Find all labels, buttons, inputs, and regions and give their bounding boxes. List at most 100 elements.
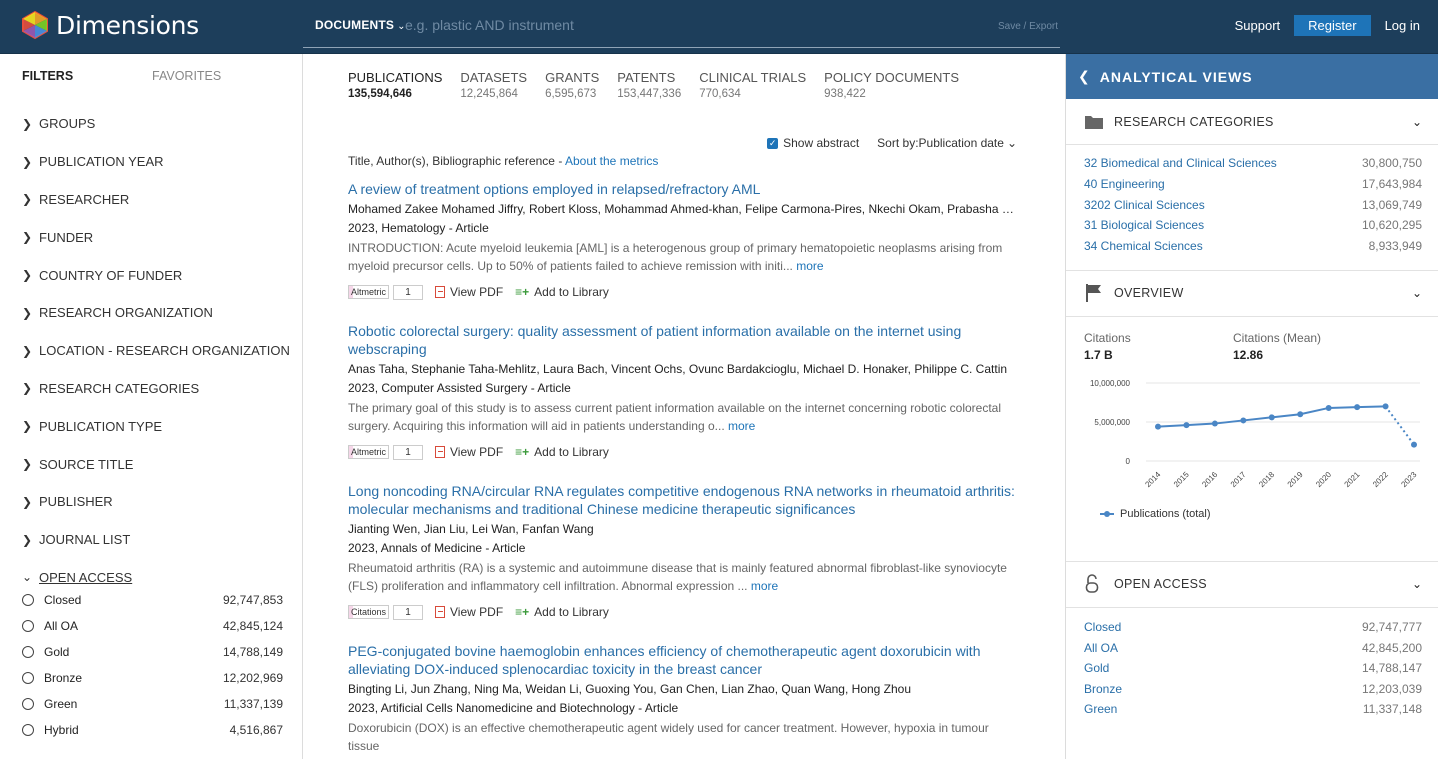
- login-link[interactable]: Log in: [1385, 18, 1420, 33]
- filter-research-organization[interactable]: ❯ RESEARCH ORGANIZATION: [22, 294, 292, 332]
- result-title[interactable]: Robotic colorectal surgery: quality asse…: [348, 322, 1020, 358]
- radio-button[interactable]: [22, 594, 34, 606]
- filter-research-categories[interactable]: ❯ RESEARCH CATEGORIES: [22, 370, 292, 408]
- tab-count: 6,595,673: [545, 88, 597, 100]
- filter-source-title[interactable]: ❯ SOURCE TITLE: [22, 445, 292, 483]
- citations-badge[interactable]: Citations: [348, 605, 390, 619]
- filter-funder[interactable]: ❯ FUNDER: [22, 218, 292, 256]
- category-name[interactable]: 40 Engineering: [1084, 177, 1362, 198]
- result-abstract: The primary goal of this study is to ass…: [348, 399, 1020, 435]
- chart-legend[interactable]: Publications (total): [1100, 508, 1211, 520]
- result-title[interactable]: Long noncoding RNA/circular RNA regulate…: [348, 482, 1020, 518]
- add-to-library-button[interactable]: ≡+ Add to Library: [515, 605, 609, 619]
- radio-button[interactable]: [22, 620, 34, 632]
- panel-title: ANALYTICAL VIEWS: [1099, 68, 1253, 85]
- oa-option-count: 92,747,853: [222, 593, 283, 607]
- add-to-library-button[interactable]: ≡+ Add to Library: [515, 285, 609, 299]
- oa-option[interactable]: Closed 92,747,853: [22, 587, 283, 613]
- tab-clinical-trials[interactable]: CLINICAL TRIALS 770,634: [699, 70, 806, 100]
- chevron-down-icon[interactable]: ⌄: [1007, 136, 1017, 150]
- category-name[interactable]: 32 Biomedical and Clinical Sciences: [1084, 156, 1362, 177]
- oa-row[interactable]: Bronze 12,203,039: [1084, 682, 1422, 703]
- tab-grants[interactable]: GRANTS 6,595,673: [545, 70, 599, 100]
- oa-option-count: 4,516,867: [229, 723, 283, 737]
- sort-dropdown[interactable]: Publication date: [919, 136, 1004, 150]
- oa-option[interactable]: Bronze 12,202,969: [22, 665, 283, 691]
- oa-name[interactable]: Green: [1084, 702, 1363, 723]
- overview-header[interactable]: OVERVIEW ⌄: [1066, 271, 1438, 317]
- tab-patents[interactable]: PATENTS 153,447,336: [617, 70, 681, 100]
- category-name[interactable]: 31 Biological Sciences: [1084, 218, 1362, 239]
- category-row[interactable]: 32 Biomedical and Clinical Sciences 30,80…: [1084, 156, 1422, 177]
- oa-row[interactable]: Closed 92,747,777: [1084, 620, 1422, 641]
- radio-button[interactable]: [22, 646, 34, 658]
- radio-button[interactable]: [22, 698, 34, 710]
- oa-name[interactable]: All OA: [1084, 641, 1362, 662]
- oa-row[interactable]: All OA 42,845,200: [1084, 641, 1422, 662]
- show-abstract-label[interactable]: Show abstract: [783, 136, 859, 150]
- altmetric-badge[interactable]: Altmetric: [348, 285, 390, 299]
- oa-option[interactable]: All OA 42,845,124: [22, 613, 283, 639]
- support-link[interactable]: Support: [1235, 18, 1281, 33]
- research-categories-header[interactable]: RESEARCH CATEGORIES ⌄: [1066, 99, 1438, 145]
- oa-name[interactable]: Closed: [1084, 620, 1362, 641]
- chevron-down-icon[interactable]: ⌄: [1412, 577, 1422, 591]
- oa-option[interactable]: Green 11,337,139: [22, 691, 283, 717]
- view-pdf-button[interactable]: View PDF: [435, 605, 503, 619]
- data-point: [1354, 404, 1361, 411]
- category-row[interactable]: 31 Biological Sciences 10,620,295: [1084, 218, 1422, 239]
- add-to-library-button[interactable]: ≡+ Add to Library: [515, 445, 609, 459]
- result-title[interactable]: A review of treatment options employed i…: [348, 180, 1020, 198]
- filter-journal-list[interactable]: ❯ JOURNAL LIST: [22, 521, 292, 559]
- view-pdf-button[interactable]: View PDF: [435, 285, 503, 299]
- filter-location-research-organization[interactable]: ❯ LOCATION - RESEARCH ORGANIZATION: [22, 332, 292, 370]
- y-tick-label: 0: [1126, 457, 1131, 466]
- filter-publication-type[interactable]: ❯ PUBLICATION TYPE: [22, 407, 292, 445]
- result-title[interactable]: PEG-conjugated bovine haemoglobin enhanc…: [348, 642, 1020, 678]
- more-link[interactable]: more: [751, 579, 778, 593]
- tab-datasets[interactable]: DATASETS 12,245,864: [460, 70, 527, 100]
- tab-favorites[interactable]: FAVORITES: [152, 69, 282, 83]
- register-button[interactable]: Register: [1294, 15, 1371, 36]
- filter-publisher[interactable]: ❯ PUBLISHER: [22, 483, 292, 521]
- radio-button[interactable]: [22, 672, 34, 684]
- oa-name[interactable]: Bronze: [1084, 682, 1362, 703]
- panel-header[interactable]: ❮ ANALYTICAL VIEWS: [1066, 54, 1438, 99]
- filter-researcher[interactable]: ❯ RESEARCHER: [22, 181, 292, 219]
- filter-country-of-funder[interactable]: ❯ COUNTRY OF FUNDER: [22, 256, 292, 294]
- chevron-down-icon[interactable]: ⌄: [1412, 115, 1422, 129]
- category-row[interactable]: 3202 Clinical Sciences 13,069,749: [1084, 198, 1422, 219]
- search-input[interactable]: [405, 14, 965, 36]
- search-scope-dropdown[interactable]: DOCUMENTS ⌄: [315, 18, 406, 32]
- oa-option[interactable]: Gold 14,788,149: [22, 639, 283, 665]
- data-point: [1268, 414, 1275, 421]
- category-name[interactable]: 3202 Clinical Sciences: [1084, 198, 1362, 219]
- chevron-down-icon[interactable]: ⌄: [1412, 286, 1422, 300]
- category-row[interactable]: 34 Chemical Sciences 8,933,949: [1084, 239, 1422, 260]
- save-export-link[interactable]: Save / Export: [998, 21, 1058, 32]
- filter-label: GROUPS: [39, 116, 96, 132]
- filter-publication-year[interactable]: ❯ PUBLICATION YEAR: [22, 143, 292, 181]
- radio-button[interactable]: [22, 724, 34, 736]
- altmetric-badge[interactable]: Altmetric: [348, 445, 390, 459]
- oa-row[interactable]: Gold 14,788,147: [1084, 661, 1422, 682]
- tab-policy-documents[interactable]: POLICY DOCUMENTS 938,422: [824, 70, 959, 100]
- add-library-label: Add to Library: [534, 285, 609, 299]
- about-metrics-link[interactable]: About the metrics: [565, 154, 658, 168]
- category-row[interactable]: 40 Engineering 17,643,984: [1084, 177, 1422, 198]
- more-link[interactable]: more: [728, 419, 755, 433]
- chevron-left-icon[interactable]: ❮: [1078, 68, 1090, 85]
- tab-publications[interactable]: PUBLICATIONS 135,594,646: [348, 70, 442, 100]
- filter-groups[interactable]: ❯ GROUPS: [22, 105, 292, 143]
- logo[interactable]: Dimensions: [20, 10, 199, 40]
- checkbox-checked-icon[interactable]: ✓: [767, 137, 779, 149]
- oa-name[interactable]: Gold: [1084, 661, 1362, 682]
- open-access-header[interactable]: OPEN ACCESS ⌄: [1066, 562, 1438, 608]
- metrics-text: Title, Author(s), Bibliographic referenc…: [348, 154, 565, 168]
- oa-option[interactable]: Hybrid 4,516,867: [22, 717, 283, 743]
- category-name[interactable]: 34 Chemical Sciences: [1084, 239, 1369, 260]
- tab-filters[interactable]: FILTERS: [22, 69, 152, 83]
- view-pdf-button[interactable]: View PDF: [435, 445, 503, 459]
- oa-row[interactable]: Green 11,337,148: [1084, 702, 1422, 723]
- more-link[interactable]: more: [796, 259, 823, 273]
